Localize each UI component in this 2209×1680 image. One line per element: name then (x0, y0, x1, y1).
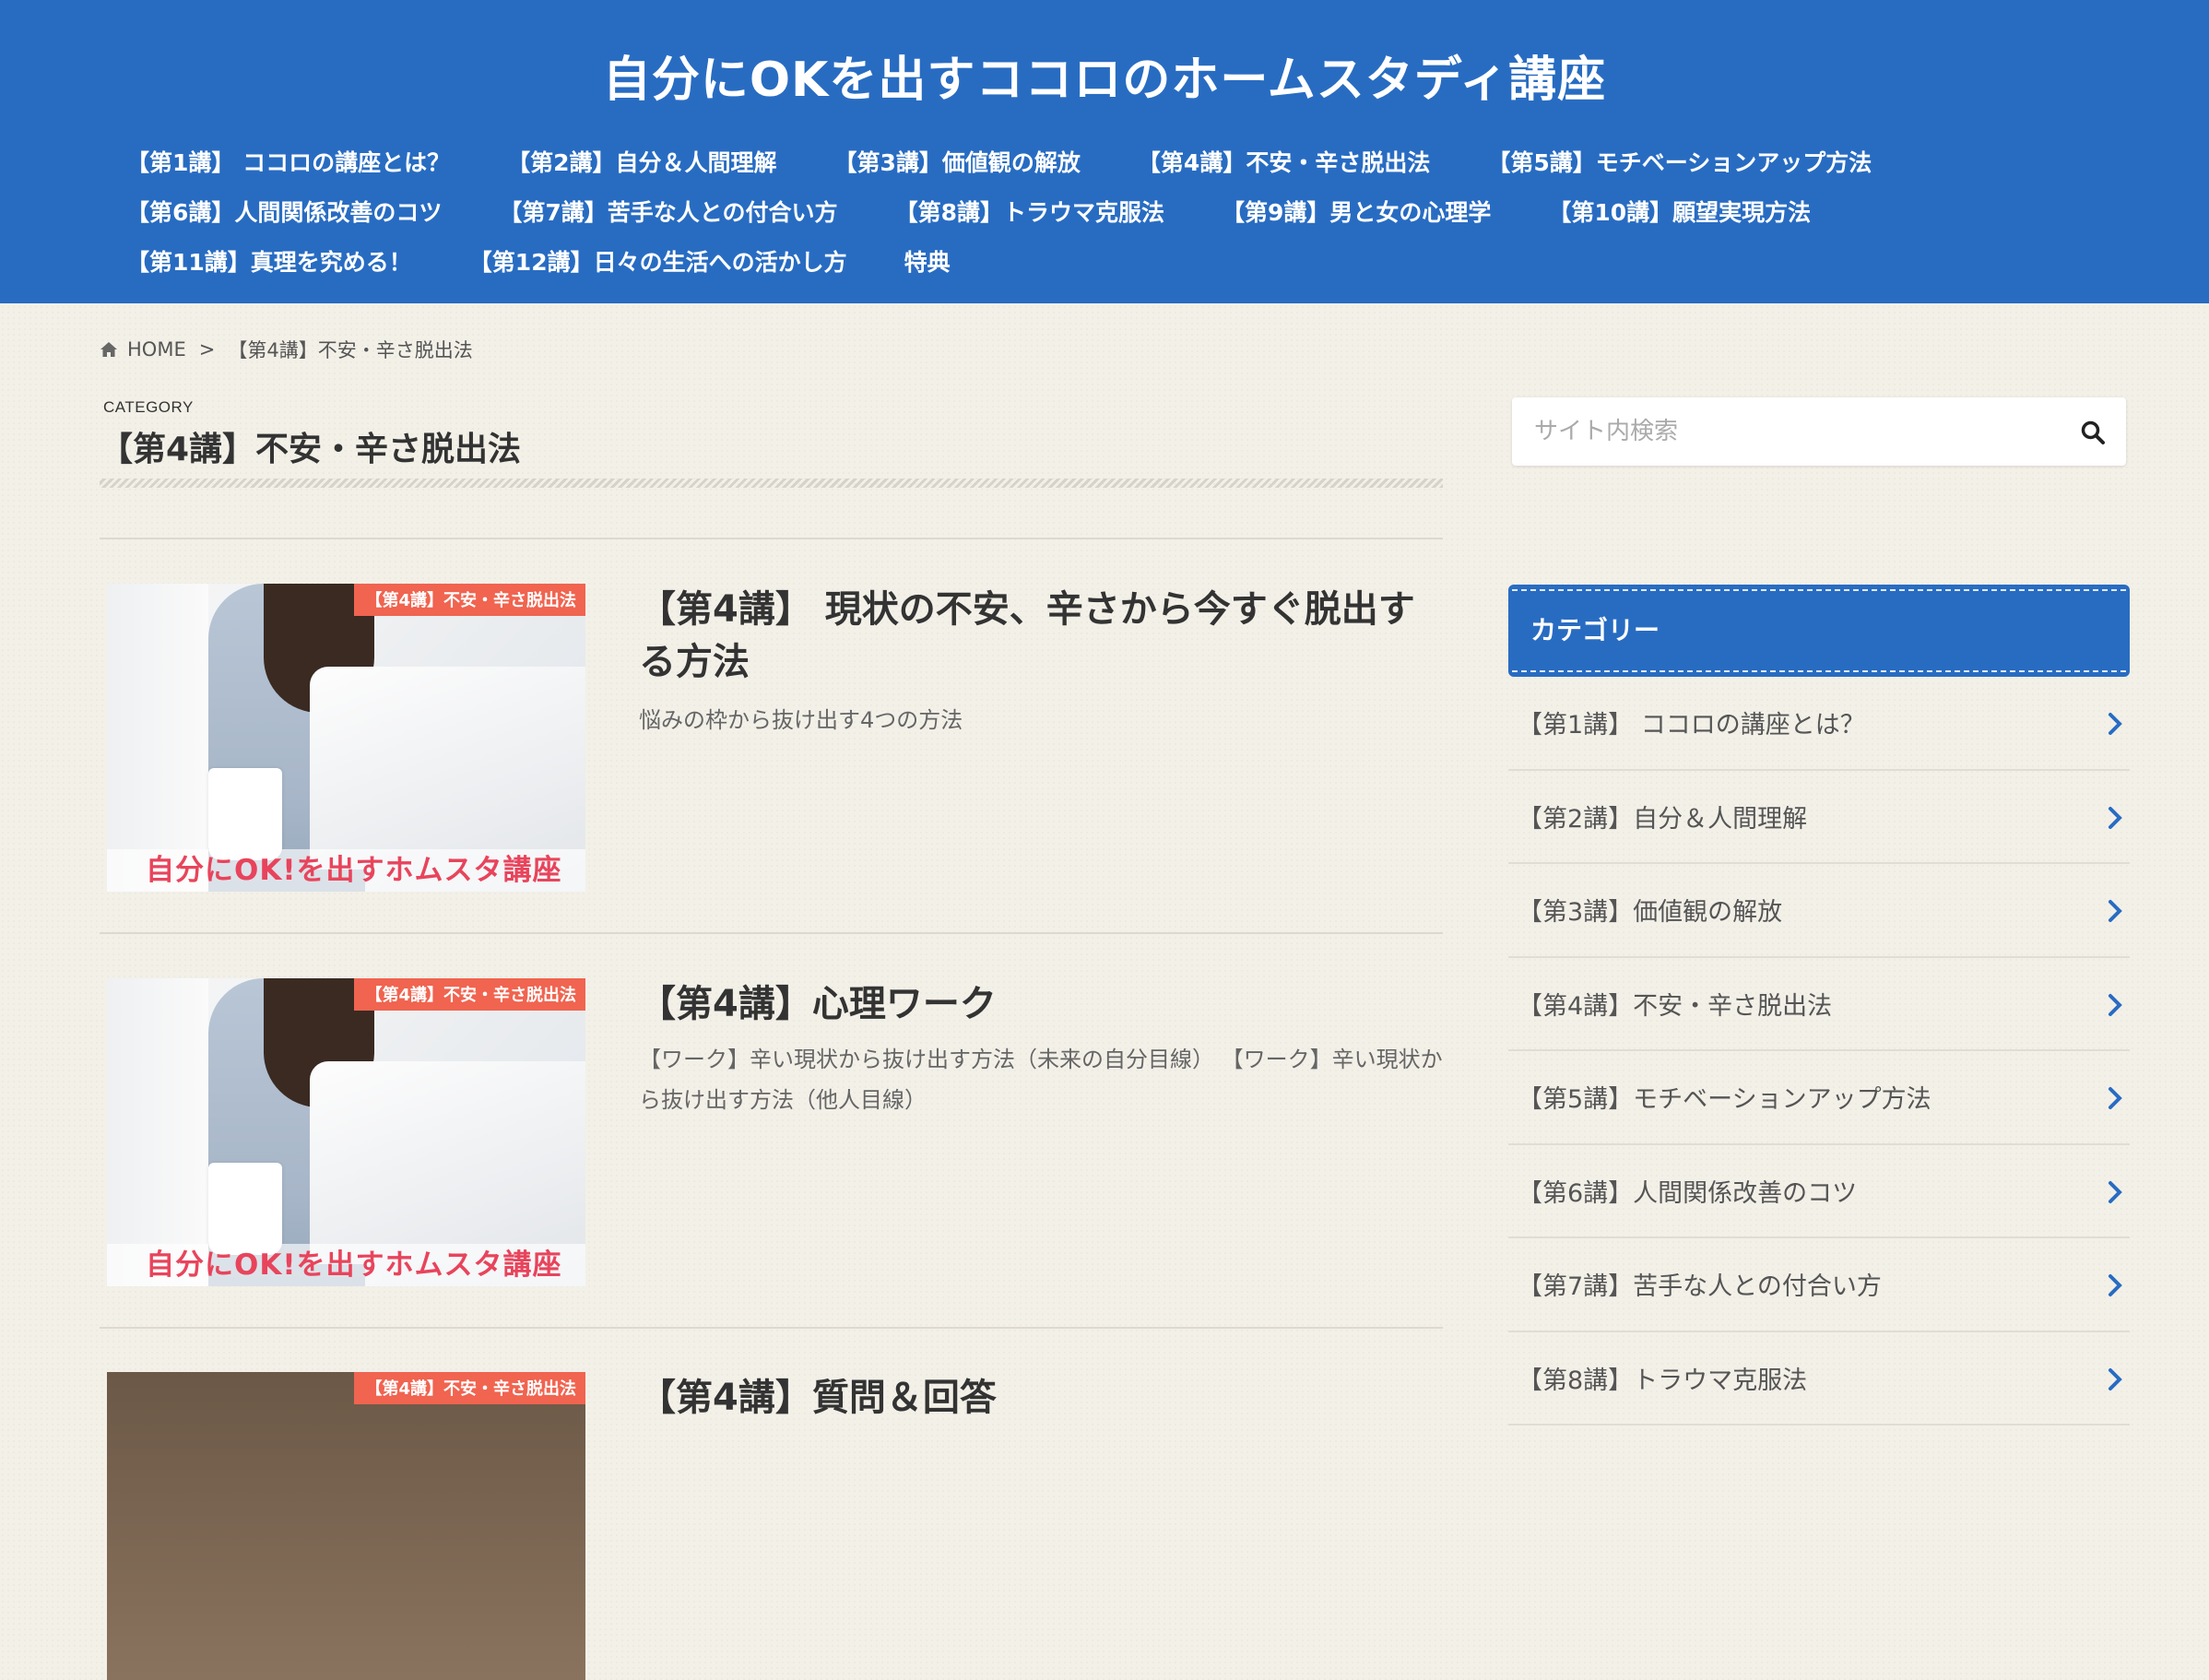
home-icon (100, 342, 117, 357)
article-card-3[interactable]: 【第4講】不安・辛さ脱出法 【第4講】質問＆回答 (107, 1372, 1444, 1680)
nav-item-lecture-6[interactable]: 【第6講】人間関係改善のコツ (126, 195, 442, 228)
article-card-2[interactable]: 自分にOK!を出すホムスタ講座 【第4講】不安・辛さ脱出法 【第4講】心理ワーク… (107, 978, 1444, 1286)
nav-item-bonus[interactable]: 特典 (904, 244, 951, 278)
article-title[interactable]: 【第4講】質問＆回答 (639, 1372, 1432, 1425)
category-link-label: 【第1講】 ココロの講座とは？ (1518, 711, 1865, 740)
site-title[interactable]: 自分にOKを出すココロのホームスタディ講座 (0, 41, 2209, 110)
nav-item-lecture-12[interactable]: 【第12講】日々の生活への活かし方 (469, 244, 847, 278)
chevron-right-icon (2109, 1367, 2122, 1390)
breadcrumb-home[interactable]: HOME (127, 338, 186, 361)
category-link-label: 【第8講】トラウマ克服法 (1518, 1366, 1808, 1395)
category-link-label: 【第4講】不安・辛さ脱出法 (1518, 991, 1833, 1021)
article-title[interactable]: 【第4講】 現状の不安、辛さから今すぐ脱出する方法 (639, 584, 1432, 689)
category-link-label: 【第5講】モチベーションアップ方法 (1518, 1085, 1931, 1115)
chevron-right-icon (2109, 713, 2122, 735)
category-link[interactable]: 【第7講】苦手な人との付合い方 (1508, 1238, 2130, 1332)
breadcrumb: HOME > 【第4講】不安・辛さ脱出法 (100, 336, 473, 363)
article-title[interactable]: 【第4講】心理ワーク (639, 978, 1432, 1031)
category-link-label: 【第3講】価値観の解放 (1518, 898, 1783, 928)
chevron-right-icon (2109, 1180, 2122, 1203)
category-link[interactable]: 【第5講】モチベーションアップ方法 (1508, 1051, 2130, 1145)
search-input[interactable] (1512, 397, 2056, 466)
breadcrumb-current: 【第4講】不安・辛さ脱出法 (228, 339, 473, 361)
category-label: CATEGORY (103, 398, 194, 416)
category-link[interactable]: 【第4講】不安・辛さ脱出法 (1508, 958, 2130, 1051)
article-excerpt: 【ワーク】辛い現状から抜け出す方法（未来の自分目線） 【ワーク】辛い現状から抜け… (639, 1047, 1443, 1113)
page-title: 【第4講】不安・辛さ脱出法 (100, 431, 522, 468)
widget-title-text: カテゴリー (1530, 615, 1660, 645)
category-link[interactable]: 【第1講】 ココロの講座とは？ (1508, 677, 2130, 771)
category-badge: 【第4講】不安・辛さ脱出法 (354, 1372, 585, 1404)
category-link-label: 【第7講】苦手な人との付合い方 (1518, 1272, 1882, 1302)
nav-item-lecture-10[interactable]: 【第10講】願望実現方法 (1548, 195, 1811, 228)
thumbnail-caption: 自分にOK!を出すホムスタ講座 (146, 1248, 562, 1282)
chevron-right-icon (2109, 1274, 2122, 1296)
site-header: 自分にOKを出すココロのホームスタディ講座 【第1講】 ココロの講座とは？ 【第… (0, 0, 2209, 303)
article-thumbnail[interactable]: 【第4講】不安・辛さ脱出法 (107, 1372, 585, 1680)
divider (100, 1327, 1443, 1329)
category-badge: 【第4講】不安・辛さ脱出法 (354, 584, 585, 616)
category-link[interactable]: 【第6講】人間関係改善のコツ (1508, 1145, 2130, 1238)
nav-row-1: 【第1講】 ココロの講座とは？ 【第2講】自分＆人間理解 【第3講】価値観の解放… (126, 136, 2109, 186)
nav-item-lecture-9[interactable]: 【第9講】男と女の心理学 (1222, 195, 1491, 228)
breadcrumb-separator: > (198, 338, 216, 361)
nav-item-lecture-7[interactable]: 【第7講】苦手な人との付合い方 (499, 195, 837, 228)
nav-item-lecture-1[interactable]: 【第1講】 ココロの講座とは？ (126, 145, 450, 178)
chevron-right-icon (2109, 900, 2122, 922)
category-link-label: 【第6講】人間関係改善のコツ (1518, 1178, 1858, 1208)
global-nav: 【第1講】 ココロの講座とは？ 【第2講】自分＆人間理解 【第3講】価値観の解放… (126, 136, 2109, 286)
category-widget-title: カテゴリー (1508, 585, 2130, 677)
nav-row-3: 【第11講】真理を究める！ 【第12講】日々の生活への活かし方 特典 (126, 236, 2109, 286)
chevron-right-icon (2109, 1087, 2122, 1109)
category-link[interactable]: 【第3講】価値観の解放 (1508, 864, 2130, 958)
article-thumbnail[interactable]: 自分にOK!を出すホムスタ講座 【第4講】不安・辛さ脱出法 (107, 584, 585, 892)
divider (100, 538, 1443, 539)
nav-item-lecture-5[interactable]: 【第5講】モチベーションアップ方法 (1487, 145, 1872, 178)
chevron-right-icon (2109, 993, 2122, 1016)
nav-item-lecture-11[interactable]: 【第11講】真理を究める！ (126, 244, 412, 278)
article-excerpt: 悩みの枠から抜け出す4つの方法 (639, 707, 963, 733)
nav-row-2: 【第6講】人間関係改善のコツ 【第7講】苦手な人との付合い方 【第8講】トラウマ… (126, 186, 2109, 236)
search-icon[interactable] (2080, 420, 2106, 445)
category-list: 【第1講】 ココロの講座とは？ 【第2講】自分＆人間理解 【第3講】価値観の解放… (1508, 677, 2130, 1426)
site-search (1512, 397, 2126, 466)
title-underline (100, 479, 1443, 488)
nav-item-lecture-2[interactable]: 【第2講】自分＆人間理解 (507, 145, 776, 178)
category-link[interactable]: 【第8講】トラウマ克服法 (1508, 1332, 2130, 1426)
chevron-right-icon (2109, 806, 2122, 829)
article-card-1[interactable]: 自分にOK!を出すホムスタ講座 【第4講】不安・辛さ脱出法 【第4講】 現状の不… (107, 584, 1444, 892)
divider (100, 932, 1443, 934)
thumbnail-caption: 自分にOK!を出すホムスタ講座 (146, 854, 562, 887)
nav-item-lecture-4[interactable]: 【第4講】不安・辛さ脱出法 (1138, 145, 1430, 178)
nav-item-lecture-3[interactable]: 【第3講】価値観の解放 (834, 145, 1081, 178)
category-badge: 【第4講】不安・辛さ脱出法 (354, 978, 585, 1011)
article-thumbnail[interactable]: 自分にOK!を出すホムスタ講座 【第4講】不安・辛さ脱出法 (107, 978, 585, 1286)
category-link-label: 【第2講】自分＆人間理解 (1518, 804, 1808, 834)
category-link[interactable]: 【第2講】自分＆人間理解 (1508, 771, 2130, 864)
nav-item-lecture-8[interactable]: 【第8講】トラウマ克服法 (895, 195, 1164, 228)
